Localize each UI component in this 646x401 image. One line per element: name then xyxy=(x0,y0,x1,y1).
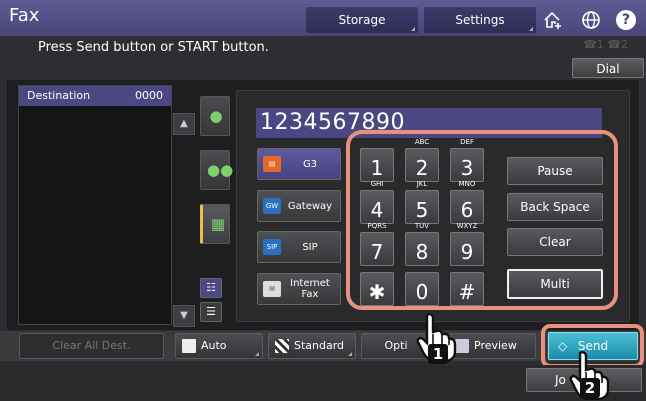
home-plus-icon[interactable] xyxy=(543,10,563,30)
key-label: 3 xyxy=(460,156,474,180)
key-label: 8 xyxy=(415,240,429,264)
key-label: 4 xyxy=(370,198,384,222)
sip-icon: SIP xyxy=(263,239,281,255)
key-label: 7 xyxy=(370,240,384,264)
fax-icon: ▤ xyxy=(263,156,281,172)
home-plus-icon-glyph xyxy=(544,11,561,29)
tab-group[interactable]: ●● xyxy=(200,150,234,190)
key-label: # xyxy=(458,280,476,304)
standard-button[interactable]: Standard xyxy=(268,333,356,359)
sip-mode-button[interactable]: SIP SIP xyxy=(257,231,341,263)
person-icon: ● xyxy=(209,107,223,125)
key-label: 2 xyxy=(415,156,429,180)
callout-badge-2: 2 xyxy=(580,378,600,398)
internet-fax-label: Internet Fax xyxy=(290,278,330,300)
key-label: 9 xyxy=(460,240,474,264)
line-status: ☎1 ☎2 xyxy=(583,38,628,51)
key-letters: ABC xyxy=(414,138,430,146)
key-2[interactable]: ABC 2 xyxy=(405,138,439,182)
keypad-touch-icon: ▦ xyxy=(210,215,226,233)
auto-label: Auto xyxy=(201,339,227,352)
clear-all-dest-button[interactable]: Clear All Dest. xyxy=(19,333,164,359)
settings-button[interactable]: Settings xyxy=(424,7,536,33)
callout-badge-1: 1 xyxy=(428,344,448,364)
multi-button[interactable]: Multi xyxy=(507,269,603,299)
gateway-icon: GW xyxy=(263,198,281,214)
key-label: 5 xyxy=(415,198,429,222)
tab-dial-keypad[interactable]: ▦ xyxy=(200,204,230,244)
scroll-up-button[interactable]: ▲ xyxy=(173,113,195,135)
key-5[interactable]: JKL 5 xyxy=(405,180,439,224)
detail-view-icon: ☰ xyxy=(206,305,216,318)
list-view-button[interactable]: ☷ xyxy=(200,278,222,298)
key-9[interactable]: WXYZ 9 xyxy=(450,222,484,266)
key-letters: DEF xyxy=(460,138,474,146)
key-letters: GHI xyxy=(370,180,384,188)
list-view-icon: ☷ xyxy=(206,281,216,294)
destination-label: Destination xyxy=(27,89,91,102)
g3-mode-button[interactable]: ▤ G3 xyxy=(257,148,341,180)
key-letters: MNO xyxy=(458,180,476,188)
gateway-mode-button[interactable]: GW Gateway xyxy=(257,190,341,222)
top-bar: Fax Storage Settings ? xyxy=(0,0,646,36)
globe-icon-glyph xyxy=(582,11,600,29)
destination-list[interactable]: Destination 0000 xyxy=(18,85,172,325)
backspace-button[interactable]: Back Space xyxy=(507,193,603,221)
help-icon[interactable]: ? xyxy=(616,10,636,30)
key-letters: WXYZ xyxy=(456,222,478,230)
settings-label: Settings xyxy=(455,13,505,27)
send-diamond-icon: ◇ xyxy=(558,339,568,353)
preview-magnifier-icon xyxy=(455,339,469,353)
storage-button[interactable]: Storage xyxy=(306,7,418,33)
key-star[interactable]: ✱ xyxy=(360,272,394,306)
key-letters: JKL xyxy=(416,180,428,188)
submenu-indicator-icon xyxy=(348,348,352,356)
tab-address-book[interactable]: ● xyxy=(200,96,230,136)
key-4[interactable]: GHI 4 xyxy=(360,180,394,224)
submenu-indicator-icon xyxy=(255,348,259,356)
submenu-indicator-icon xyxy=(529,23,533,31)
chevron-down-icon: ▼ xyxy=(180,310,188,321)
instruction-message: Press Send button or START button. xyxy=(38,40,269,55)
key-6[interactable]: MNO 6 xyxy=(450,180,484,224)
key-8[interactable]: TUV 8 xyxy=(405,222,439,266)
scan-auto-icon xyxy=(182,339,196,353)
globe-icon[interactable] xyxy=(581,10,601,30)
preview-button[interactable]: Preview xyxy=(448,333,536,359)
key-3[interactable]: DEF 3 xyxy=(450,138,484,182)
key-letters: PQRS xyxy=(367,222,387,230)
group-icon: ●● xyxy=(207,161,234,179)
resolution-icon xyxy=(275,339,289,353)
fax-screen: Fax Storage Settings ? Press Send button… xyxy=(0,0,646,401)
destination-header: Destination 0000 xyxy=(19,86,171,106)
auto-button[interactable]: Auto xyxy=(175,333,263,359)
standard-label: Standard xyxy=(294,339,345,352)
key-hash[interactable]: # xyxy=(450,272,484,306)
detail-view-button[interactable]: ☰ xyxy=(200,302,222,322)
key-1[interactable]: 1 xyxy=(360,148,394,182)
key-label: 6 xyxy=(460,198,474,222)
app-title: Fax xyxy=(9,5,40,26)
gateway-label: Gateway xyxy=(287,200,333,212)
chevron-up-icon: ▲ xyxy=(180,118,188,129)
key-0[interactable]: 0 xyxy=(405,272,439,306)
preview-label: Preview xyxy=(474,339,517,352)
scroll-down-button[interactable]: ▼ xyxy=(173,305,195,327)
g3-label: G3 xyxy=(302,158,318,170)
clear-button[interactable]: Clear xyxy=(507,228,603,256)
dial-tab[interactable]: Dial xyxy=(572,58,644,78)
destination-count: 0000 xyxy=(135,89,163,102)
pause-button[interactable]: Pause xyxy=(507,157,603,185)
submenu-indicator-icon xyxy=(411,23,415,31)
key-7[interactable]: PQRS 7 xyxy=(360,222,394,266)
storage-label: Storage xyxy=(338,13,386,27)
key-label: ✱ xyxy=(368,280,386,304)
key-label: 0 xyxy=(415,280,429,304)
sip-label: SIP xyxy=(302,241,318,253)
key-label: 1 xyxy=(370,156,384,180)
envelope-icon: ✉ xyxy=(263,281,281,297)
internet-fax-mode-button[interactable]: ✉ Internet Fax xyxy=(257,273,341,305)
key-letters: TUV xyxy=(414,222,430,230)
